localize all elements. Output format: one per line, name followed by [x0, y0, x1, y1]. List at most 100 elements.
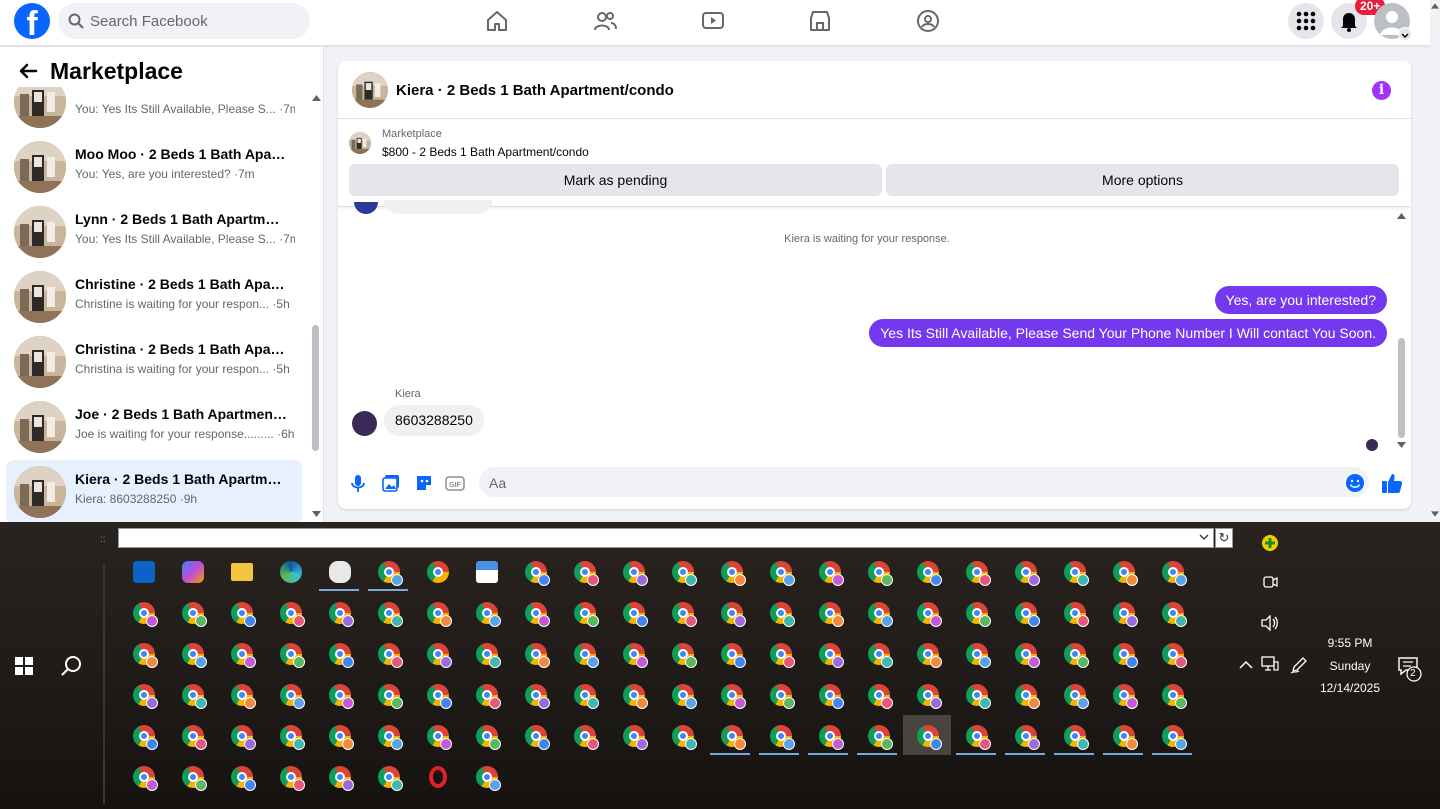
chrome-profile-icon[interactable] — [1015, 684, 1040, 709]
chrome-profile-icon[interactable] — [868, 684, 893, 709]
chrome-profile-icon[interactable] — [1064, 602, 1089, 627]
chrome-profile-icon[interactable] — [1162, 602, 1187, 627]
chrome-profile-icon[interactable] — [133, 684, 158, 709]
chrome-profile-icon[interactable] — [770, 725, 795, 750]
chrome-profile-icon[interactable] — [329, 725, 354, 750]
chrome-profile-icon[interactable] — [476, 725, 501, 750]
chrome-profile-icon[interactable] — [1015, 561, 1040, 586]
mark-as-pending-button[interactable]: Mark as pending — [349, 164, 882, 196]
chrome-profile-icon[interactable] — [427, 643, 452, 668]
chrome-profile-icon[interactable] — [623, 602, 648, 627]
chrome-profile-icon[interactable] — [770, 643, 795, 668]
refresh-button[interactable]: ↻ — [1215, 528, 1233, 548]
friends-icon[interactable] — [593, 9, 617, 33]
chrome-profile-icon[interactable] — [917, 725, 942, 750]
sticker-icon[interactable] — [414, 473, 434, 493]
chrome-profile-icon[interactable] — [427, 725, 452, 750]
chrome-profile-icon[interactable] — [182, 766, 207, 791]
listing-price[interactable]: $800 - 2 Beds 1 Bath Apartment/condo — [382, 145, 589, 159]
chrome-profile-icon[interactable] — [1113, 643, 1138, 668]
chrome-profile-icon[interactable] — [476, 766, 501, 791]
chrome-profile-icon[interactable] — [574, 684, 599, 709]
conversation-item[interactable]: Christina · 2 Beds 1 Bath Apartm... Chris… — [6, 330, 302, 394]
chat-scroll-down-icon[interactable] — [1397, 442, 1406, 448]
listing-thumbnail[interactable] — [352, 72, 388, 108]
chrome-profile-icon[interactable] — [280, 766, 305, 791]
chat-scroll-up-icon[interactable] — [1397, 213, 1406, 219]
chrome-profile-icon[interactable] — [623, 725, 648, 750]
file-explorer-icon[interactable] — [231, 563, 253, 581]
chrome-profile-icon[interactable] — [1162, 684, 1187, 709]
toolbar-grip[interactable]: :: — [100, 534, 106, 545]
marketplace-icon[interactable] — [808, 9, 832, 33]
chrome-profile-icon[interactable] — [672, 725, 697, 750]
address-toolbar-input[interactable] — [118, 528, 1214, 548]
chrome-profile-icon[interactable] — [133, 643, 158, 668]
clock-date[interactable]: 12/14/2025 — [1310, 681, 1390, 695]
chrome-profile-icon[interactable] — [182, 602, 207, 627]
groups-icon[interactable] — [916, 9, 940, 33]
page-scrollbar[interactable] — [1430, 0, 1440, 522]
chrome-profile-icon[interactable] — [623, 684, 648, 709]
message-input[interactable] — [479, 467, 1369, 497]
chrome-profile-icon[interactable] — [721, 561, 746, 586]
incoming-message[interactable]: 8603288250 — [384, 405, 484, 436]
chrome-profile-icon[interactable] — [868, 602, 893, 627]
chrome-profile-icon[interactable] — [672, 643, 697, 668]
meet-now-icon[interactable] — [1262, 574, 1278, 590]
outlook-icon[interactable] — [133, 561, 155, 583]
chrome-profile-icon[interactable] — [280, 602, 305, 627]
chrome-profile-icon[interactable] — [476, 684, 501, 709]
chrome-profile-icon[interactable] — [231, 725, 256, 750]
conversation-item[interactable]: Joe · 2 Beds 1 Bath Apartment/c... Joe is… — [6, 395, 302, 459]
chrome-profile-icon[interactable] — [1113, 684, 1138, 709]
chrome-profile-icon[interactable] — [770, 684, 795, 709]
chrome-profile-icon[interactable] — [868, 643, 893, 668]
chrome-profile-icon[interactable] — [868, 725, 893, 750]
chrome-profile-icon[interactable] — [819, 684, 844, 709]
back-arrow-icon[interactable] — [18, 61, 38, 81]
chrome-profile-icon[interactable] — [378, 684, 403, 709]
chrome-profile-icon[interactable] — [329, 766, 354, 791]
chrome-profile-icon[interactable] — [721, 725, 746, 750]
chrome-profile-icon[interactable] — [329, 643, 354, 668]
emoji-icon[interactable] — [1345, 473, 1365, 493]
chrome-profile-icon[interactable] — [1162, 725, 1187, 750]
chrome-profile-icon[interactable] — [525, 561, 550, 586]
chrome-profile-icon[interactable] — [721, 602, 746, 627]
chrome-profile-icon[interactable] — [525, 602, 550, 627]
gif-icon[interactable]: GIF — [445, 473, 465, 493]
chevron-up-icon[interactable] — [1239, 660, 1253, 670]
pen-icon[interactable] — [1290, 656, 1308, 674]
chrome-profile-icon[interactable] — [966, 725, 991, 750]
app-tray-icon[interactable] — [1261, 534, 1279, 552]
chrome-profile-icon[interactable] — [1064, 725, 1089, 750]
chrome-profile-icon[interactable] — [1015, 643, 1040, 668]
search-input[interactable]: Search Facebook — [58, 3, 310, 39]
chrome-profile-icon[interactable] — [917, 602, 942, 627]
address-dropdown-icon[interactable] — [1199, 532, 1209, 542]
chrome-icon[interactable] — [427, 561, 449, 583]
chrome-profile-icon[interactable] — [721, 684, 746, 709]
watch-icon[interactable] — [701, 9, 725, 33]
chrome-profile-icon[interactable] — [1113, 602, 1138, 627]
chrome-profile-icon[interactable] — [966, 643, 991, 668]
chrome-profile-icon[interactable] — [427, 602, 452, 627]
chrome-profile-icon[interactable] — [525, 643, 550, 668]
chrome-profile-icon[interactable] — [623, 643, 648, 668]
chrome-profile-icon[interactable] — [378, 643, 403, 668]
chrome-profile-icon[interactable] — [672, 684, 697, 709]
photo-icon[interactable] — [381, 473, 401, 493]
conversation-item[interactable]: Kiera · 2 Beds 1 Bath Apartment... Kiera:… — [6, 460, 302, 522]
chrome-profile-icon[interactable] — [525, 684, 550, 709]
opera-icon[interactable] — [429, 766, 447, 788]
chrome-profile-icon[interactable] — [378, 766, 403, 791]
chrome-profile-icon[interactable] — [133, 766, 158, 791]
chrome-profile-icon[interactable] — [525, 725, 550, 750]
conversation-item[interactable]: Christine · 2 Beds 1 Bath Apartm... Chris… — [6, 265, 302, 329]
chrome-profile-icon[interactable] — [574, 725, 599, 750]
windows-start-icon[interactable] — [15, 657, 33, 675]
chrome-profile-icon[interactable] — [280, 643, 305, 668]
chrome-profile-icon[interactable] — [182, 725, 207, 750]
chrome-profile-icon[interactable] — [231, 602, 256, 627]
